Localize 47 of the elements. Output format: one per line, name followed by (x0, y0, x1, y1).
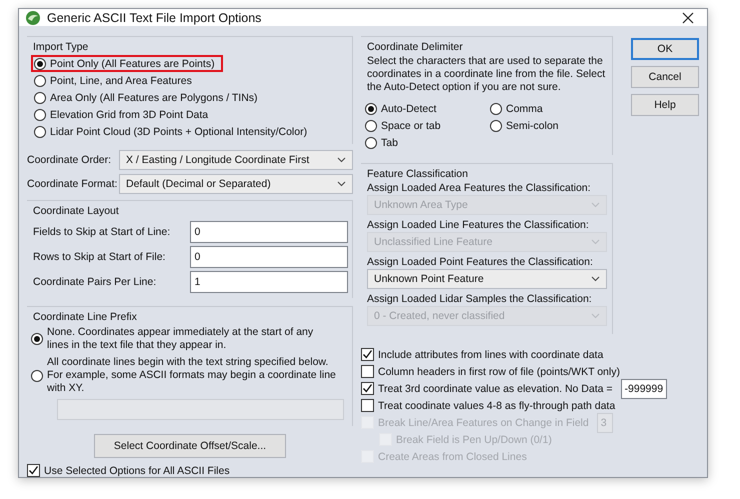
field-label: Assign Loaded Area Features the Classification: (367, 182, 592, 194)
checkbox-label: Use Selected Options for All ASCII Files (44, 464, 230, 476)
dropdown[interactable]: Unknown Point Feature (367, 269, 607, 289)
group-title: Feature Classification (367, 168, 469, 180)
field-label: Assign Loaded Lidar Samples the Classification: (367, 293, 593, 305)
radio-label: Tab (381, 136, 398, 148)
description-text: Select the characters that are used to separate the coordinates in a coordinate line from the file. Select the Auto-Detect option if you are not sure. (367, 55, 606, 94)
field-label: Rows to Skip at Start of File: (33, 250, 166, 262)
dropdown[interactable]: Default (Decimal or Separated) (119, 174, 353, 194)
radio-option[interactable]: Lidar Point Cloud (3D Points + Optional Intensity/Color) (31, 123, 316, 140)
group-title: Coordinate Layout (33, 205, 120, 217)
field-label: Coordinate Format: (27, 178, 115, 190)
field-label: Assign Loaded Line Features the Classification: (367, 219, 590, 231)
dialog-button[interactable]: Help (631, 94, 699, 116)
radio-label: Comma (506, 102, 543, 114)
radio-option[interactable]: Point, Line, and Area Features (31, 72, 200, 89)
input-field[interactable]: 0 (190, 246, 348, 268)
radio-option[interactable]: Point Only (All Features are Points) (31, 55, 223, 72)
group-title: Import Type (33, 41, 90, 53)
field-label: Coordinate Pairs Per Line: (33, 276, 158, 288)
checkbox-label: Treat 3rd coordinate value as elevation. No Data = (378, 382, 613, 394)
radio-label: Auto-Detect (381, 102, 436, 114)
offset-scale-button[interactable]: Select Coordinate Offset/Scale... (94, 434, 286, 458)
input-field[interactable]: 1 (190, 270, 348, 292)
input-field[interactable]: 0 (190, 220, 348, 242)
group-title: Coordinate Line Prefix (33, 311, 138, 323)
window-title: Generic ASCII Text File Import Options (47, 10, 262, 24)
radio-option[interactable]: Area Only (All Features are Polygons / TINs) (31, 89, 266, 106)
checkbox-label: Break Line/Area Features on Change in Field (378, 416, 589, 428)
radio-label: Space or tab (381, 120, 441, 132)
radio-option[interactable]: Elevation Grid from 3D Point Data (31, 106, 216, 123)
checkbox-label: Break Field is Pen Up/Down (0/1) (396, 434, 552, 446)
checkbox-label: Create Areas from Closed Lines (378, 450, 527, 462)
field-label: Fields to Skip at Start of Line: (33, 226, 172, 238)
radio-label: Semi-colon (506, 120, 559, 132)
dialog-button[interactable]: OK (631, 38, 699, 60)
checkbox-label: Include attributes from lines with coordinate data (378, 348, 604, 360)
input-field[interactable]: -999999 (620, 378, 668, 398)
dropdown[interactable]: X / Easting / Longitude Coordinate First (119, 150, 353, 170)
field-label: Coordinate Order: (27, 154, 112, 166)
radio-label: None. Coordinates appear immediately at the start of any lines in the text file that they appear in. (47, 326, 314, 352)
field-label: Assign Loaded Point Features the Classification: (367, 256, 594, 268)
radio-label: All coordinate lines begin with the text string specified below. For example, some ASCII formats may begin a coordinate line with XY. (47, 356, 337, 395)
checkbox-label: Column headers in first row of file (points/WKT only) (378, 366, 620, 378)
checkbox-label: Treat coodinate values 4-8 as fly-through path data (378, 400, 616, 412)
dialog-button[interactable]: Cancel (631, 66, 699, 88)
group-title: Coordinate Delimiter (367, 41, 464, 53)
